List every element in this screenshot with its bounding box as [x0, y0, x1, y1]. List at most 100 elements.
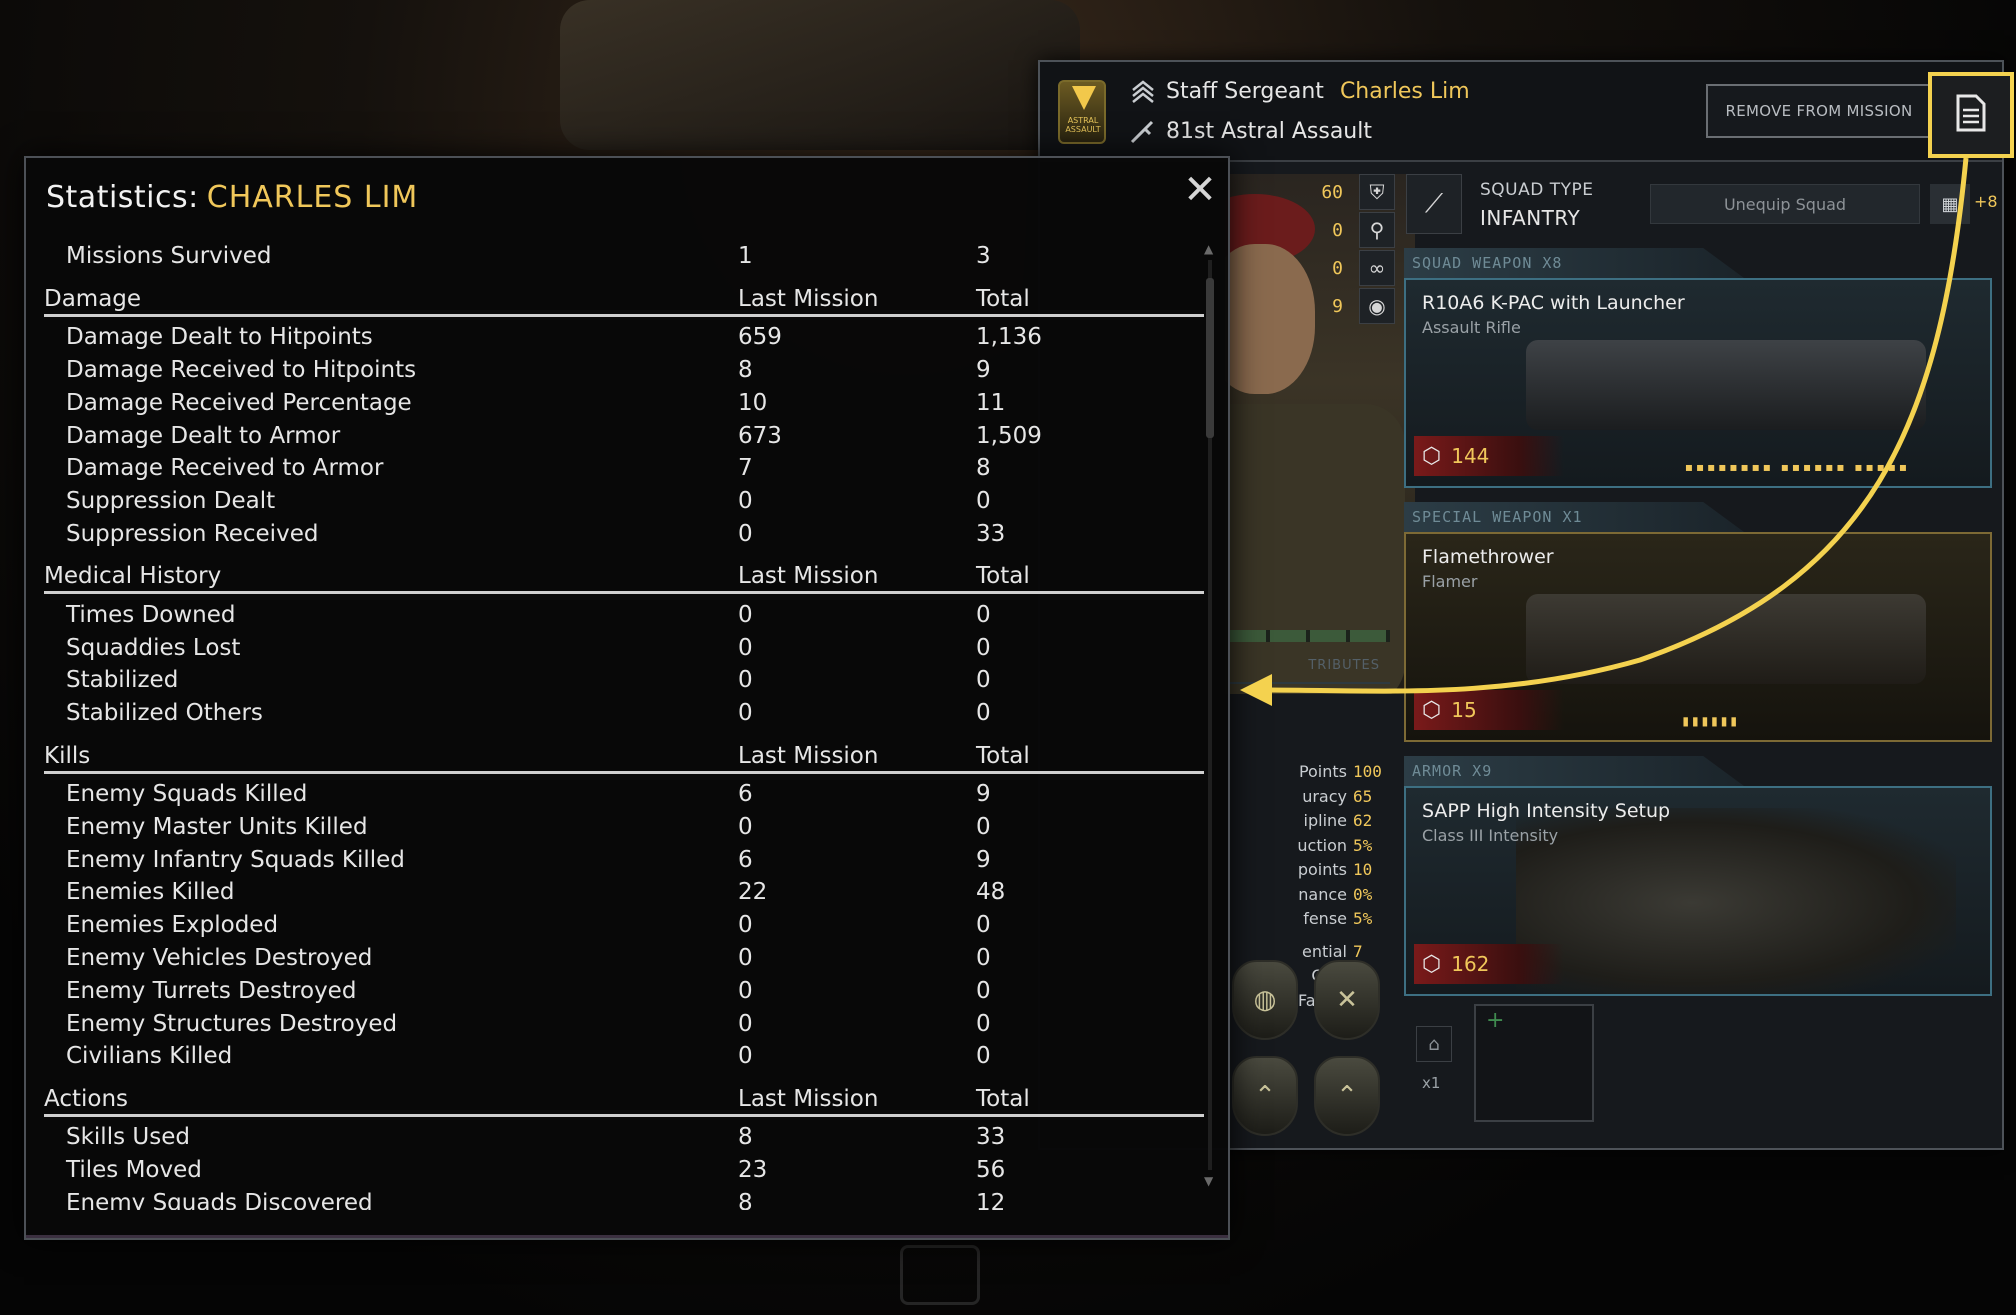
armor-stat: 60 ⛨	[1225, 174, 1395, 210]
background-rank-chevron	[900, 1245, 980, 1305]
armor-image	[1516, 808, 1956, 994]
weapon-type: Flamer	[1422, 572, 1478, 591]
attribute-row: ipline 62	[1303, 811, 1373, 830]
stat-row: Enemy Master Units Killed 0 0	[66, 813, 991, 840]
squad-rifle-icon: ⟋	[1406, 174, 1462, 234]
rank-insignia-icon[interactable]: ⌃	[1232, 1056, 1298, 1136]
statistics-button[interactable]	[1928, 72, 2014, 158]
accessory-icon: ⌂	[1416, 1026, 1452, 1062]
attribute-row: uction 5%	[1297, 835, 1373, 855]
stat-row: Enemy Squads Discovered 8 12	[66, 1189, 1006, 1210]
squad-type-label: SQUAD TYPE	[1480, 180, 1594, 200]
stat-row: Squaddies Lost 0 0	[66, 634, 991, 661]
detection-stat: 0 ⚲	[1225, 212, 1395, 248]
close-button[interactable]: ✕	[1178, 168, 1222, 212]
section-header-actions: Actions Last Mission Total	[44, 1077, 1204, 1117]
stat-row: Enemies Exploded 0 0	[66, 912, 991, 939]
armor-card[interactable]: SAPP High Intensity Setup Class III Inte…	[1404, 786, 1992, 996]
accessory-slot[interactable]: +	[1474, 1004, 1594, 1122]
attribute-row: uracy 65	[1302, 786, 1373, 806]
skill-crossed-swords-icon[interactable]: ✕	[1314, 960, 1380, 1040]
rank-line: Staff Sergeant Charles Lim	[1130, 78, 1470, 104]
scrollbar[interactable]: ▲ ▼	[1202, 242, 1218, 1192]
stat-row: Damage Dealt to Armor 673 1,509	[66, 422, 1042, 449]
close-icon: ✕	[1183, 167, 1217, 213]
supply-cubes-icon: ⬡	[1422, 951, 1442, 977]
section-header-kills: Kills Last Mission Total	[44, 734, 1204, 774]
dialog-title: Statistics: CHARLES LIM	[46, 180, 419, 215]
attribute-row: points 10	[1297, 860, 1373, 879]
squad-type-value[interactable]: INFANTRY	[1480, 206, 1580, 230]
section-header-medical-history: Medical History Last Mission Total	[44, 554, 1204, 595]
stat-row: Damage Dealt to Hitpoints 659 1,136	[66, 324, 1042, 351]
stat-row: Civilians Killed 0 0	[66, 1043, 991, 1070]
squad-weapon-tab: SQUAD WEAPON X8	[1404, 248, 1744, 278]
ammo-indicator: ▪▪▪▪▪▪▪▪ ▪▪▪▪▪▪ ▪▪▪▪▪	[1684, 460, 1910, 474]
attribute-row: Points 100	[1298, 762, 1382, 781]
stat-row: Suppression Received 0 33	[66, 520, 1006, 547]
add-icon: +	[1486, 1008, 1505, 1033]
stat-row: Tiles Moved 23 56	[66, 1156, 1006, 1183]
accessory-count: x1	[1422, 1074, 1441, 1092]
cost-badge: ⬡ 144	[1414, 436, 1564, 476]
flamethrower-image	[1526, 594, 1926, 684]
weapon-type: Assault Rifle	[1422, 318, 1521, 337]
squad-weapon-card[interactable]: R10A6 K-PAC with Launcher Assault Rifle …	[1404, 278, 1992, 488]
statistics-dialog: Statistics: CHARLES LIM ✕ Missions Surviv…	[24, 156, 1230, 1240]
mask-icon: ∞	[1359, 250, 1395, 286]
skill-grenade-icon[interactable]: ◍	[1232, 960, 1298, 1040]
stat-row: Damage Received Percentage 10 11	[66, 389, 1006, 416]
stat-row: Enemy Infantry Squads Killed 6 9	[66, 846, 991, 873]
rank-insignia-icon[interactable]: ⌃	[1314, 1056, 1380, 1136]
magnifier-icon: ⚲	[1359, 212, 1395, 248]
armor-class: Class III Intensity	[1422, 826, 1559, 845]
armor-icon: ⛨	[1359, 174, 1395, 210]
stat-row: Times Downed 0 0	[66, 601, 991, 628]
vision-stat: 9 ◉	[1225, 288, 1395, 324]
unequip-squad-button[interactable]: Unequip Squad	[1650, 184, 1920, 224]
ammo-indicator: ▮▮▮▮▮▮	[1682, 714, 1740, 728]
squad-count: +8	[1974, 192, 1998, 211]
stat-row: Skills Used 8 33	[66, 1124, 1006, 1151]
stat-row: Enemies Killed 22 48	[66, 879, 1006, 906]
stat-row: Missions Survived 1 3	[66, 243, 991, 270]
unit-name: 81st Astral Assault	[1166, 118, 1372, 144]
squad-members-icon: ▦	[1930, 184, 1970, 224]
armor-tab: ARMOR X9	[1404, 756, 1744, 786]
soldier-name: CHARLES LIM	[206, 180, 419, 215]
scrollbar-thumb[interactable]	[1206, 278, 1214, 438]
soldier-name: Charles Lim	[1339, 78, 1470, 104]
supply-cubes-icon: ⬡	[1422, 443, 1442, 469]
special-weapon-card[interactable]: Flamethrower Flamer ⬡ 15 ▮▮▮▮▮▮	[1404, 532, 1992, 742]
scroll-up-icon[interactable]: ▲	[1204, 242, 1213, 256]
cost-badge: ⬡ 15	[1414, 690, 1564, 730]
attribute-row: nance 0%	[1298, 884, 1373, 904]
stat-row: Suppression Dealt 0 0	[66, 488, 991, 515]
squad-type-selector: ⟋ SQUAD TYPE INFANTRY Unequip Squad ▦ +8	[1406, 174, 1998, 234]
stat-row: Enemy Structures Destroyed 0 0	[66, 1010, 991, 1037]
remove-from-mission-button[interactable]: REMOVE FROM MISSION	[1706, 84, 1932, 138]
unit-emblem: ASTRAL ASSAULT	[1058, 80, 1106, 144]
assault-rifle-image	[1526, 340, 1926, 430]
rifle-icon	[1130, 118, 1156, 144]
unit-line: 81st Astral Assault	[1130, 118, 1372, 144]
statistics-scroll-area[interactable]: Missions Survived 1 3 Damage Last Missio…	[44, 240, 1208, 1210]
section-header-damage: Damage Last Mission Total	[44, 277, 1204, 317]
rank-title: Staff Sergeant	[1166, 78, 1324, 104]
stat-row: Enemy Turrets Destroyed 0 0	[66, 977, 991, 1004]
stealth-stat: 0 ∞	[1225, 250, 1395, 286]
eye-icon: ◉	[1359, 288, 1395, 324]
stat-row: Stabilized Others 0 0	[66, 700, 991, 727]
background-vehicle	[560, 0, 1080, 150]
armor-name: SAPP High Intensity Setup	[1422, 800, 1671, 822]
scroll-down-icon[interactable]: ▼	[1204, 1174, 1213, 1188]
weapon-name: Flamethrower	[1422, 546, 1554, 568]
soldier-header: ASTRAL ASSAULT Staff Sergeant Charles Li…	[1040, 62, 2002, 162]
weapon-name: R10A6 K-PAC with Launcher	[1422, 292, 1685, 314]
supply-cubes-icon: ⬡	[1422, 697, 1442, 723]
stat-row: Enemy Vehicles Destroyed 0 0	[66, 944, 991, 971]
attribute-row: fense 5%	[1303, 909, 1373, 928]
cost-badge: ⬡ 162	[1414, 944, 1564, 984]
attributes-tab: TRIBUTES	[1230, 658, 1390, 684]
stat-row: Damage Received to Armor 7 8	[66, 455, 991, 482]
